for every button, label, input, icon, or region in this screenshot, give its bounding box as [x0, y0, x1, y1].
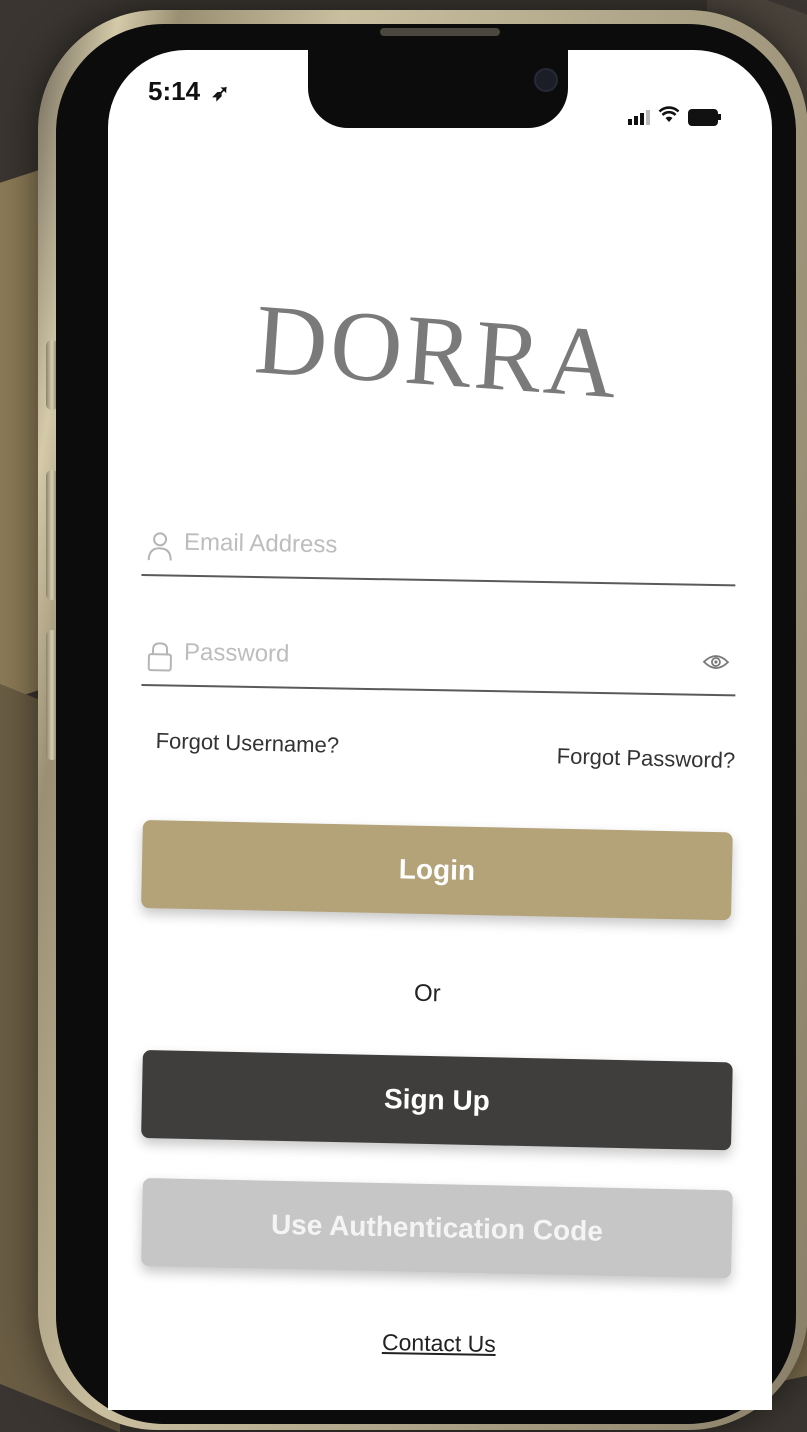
notch	[308, 50, 568, 128]
status-bar-time: 5:14 ➶	[148, 76, 230, 107]
cellular-signal-icon	[628, 109, 650, 125]
location-arrow-icon: ➶	[211, 80, 230, 105]
app-screen: 5:14 ➶ DORRA Email Address Forgot Userna…	[108, 50, 772, 1410]
forgot-password-link[interactable]: Forgot Password?	[557, 743, 736, 774]
phone-speaker	[380, 28, 500, 36]
status-time-text: 5:14	[148, 76, 201, 106]
forgot-username-link[interactable]: Forgot Username?	[155, 728, 339, 759]
password-input[interactable]	[181, 632, 687, 682]
eye-icon[interactable]	[702, 652, 730, 672]
wifi-icon	[658, 106, 680, 128]
front-camera	[534, 68, 558, 92]
contact-us-link[interactable]: Contact Us	[382, 1329, 496, 1358]
battery-icon	[688, 108, 721, 126]
user-icon	[147, 532, 172, 561]
login-form: DORRA Forgot Username? Forgot Password?	[141, 280, 737, 1357]
forgot-links: Forgot Username? Forgot Password?	[155, 728, 736, 773]
brand-logo: DORRA	[251, 283, 624, 420]
status-bar-icons	[628, 106, 721, 128]
use-authentication-code-button[interactable]: Use Authentication Code	[141, 1178, 733, 1279]
email-field	[141, 510, 737, 587]
login-button[interactable]: Login	[141, 820, 733, 921]
lock-icon	[147, 642, 172, 672]
email-input[interactable]	[181, 522, 687, 572]
sign-up-button[interactable]: Sign Up	[141, 1050, 733, 1151]
or-divider-text: Or	[413, 979, 441, 1008]
password-field	[141, 620, 737, 697]
